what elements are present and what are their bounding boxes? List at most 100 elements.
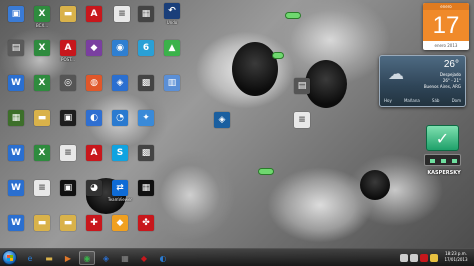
kaspersky-gadget[interactable]: ✓ KASPERSKY <box>419 123 469 183</box>
taskbar-button[interactable]: ◆ <box>136 251 152 265</box>
desktop-shortcut[interactable]: X BCX... <box>30 6 54 36</box>
taskbar-button[interactable]: ◈ <box>98 251 114 265</box>
app-icon: ▦ <box>121 253 129 263</box>
skype-icon: S <box>112 145 128 161</box>
desktop-shortcut[interactable]: ◈ <box>108 75 132 105</box>
desktop-shortcut[interactable]: ▬ <box>30 110 54 140</box>
wallpaper-eye <box>272 52 284 59</box>
network-icon[interactable] <box>400 254 408 262</box>
desktop-shortcut[interactable]: ▩ <box>134 75 158 105</box>
desktop-shortcut[interactable]: ⇄ TeamViewer <box>108 180 132 210</box>
desktop-shortcut[interactable]: ◎ <box>56 75 80 105</box>
taskbar-button[interactable]: e <box>22 251 38 265</box>
desktop-shortcut-label: Undo <box>166 20 178 25</box>
taskbar: e ▬ ▶ ◉ ◈ ▦ ◆ ◐ 18:23 p.m. 17/01/2013 <box>0 248 474 266</box>
desktop-shortcut[interactable]: ✚ <box>82 215 106 245</box>
taskbar-button[interactable]: ◐ <box>155 251 171 265</box>
folder-icon: ▬ <box>34 215 50 231</box>
desktop-shortcut[interactable]: W <box>4 145 28 175</box>
app-icon: ▩ <box>138 75 154 91</box>
weather-range: 26° - 21° <box>442 78 461 83</box>
document-icon: ≡ <box>294 112 310 128</box>
taskbar-button[interactable]: ◉ <box>79 251 95 265</box>
desktop-shortcut[interactable]: ◍ <box>82 75 106 105</box>
desktop-shortcut[interactable]: ◆ <box>108 215 132 245</box>
start-button[interactable] <box>2 250 17 265</box>
app-icon: ◔ <box>112 110 128 126</box>
desktop-shortcut[interactable]: W <box>4 180 28 210</box>
weather-gadget[interactable]: ☁ 26° Despejado 26° - 21° Buenos Aires, … <box>379 55 466 107</box>
app-icon: ◐ <box>159 253 167 263</box>
document-icon: ≡ <box>34 180 50 196</box>
document-icon: W <box>8 180 24 196</box>
app-icon: ◉ <box>112 40 128 56</box>
app-icon: ◆ <box>112 215 128 231</box>
desktop-shortcut[interactable]: X <box>30 145 54 175</box>
desktop-shortcut[interactable]: ▦ <box>4 110 28 140</box>
calendar-month: enero <box>423 3 469 10</box>
desktop-shortcut[interactable]: 6 <box>134 40 158 70</box>
app-icon: ◐ <box>86 110 102 126</box>
desktop-shortcut[interactable]: ▩ <box>134 145 158 175</box>
desktop-shortcut[interactable]: ≡ <box>290 112 314 142</box>
system-clock[interactable]: 18:23 p.m. 17/01/2013 <box>441 251 471 263</box>
desktop-shortcut[interactable]: ◆ <box>82 40 106 70</box>
desktop-shortcut[interactable]: ◈ <box>210 112 234 142</box>
app-icon: 6 <box>138 40 154 56</box>
desktop-shortcut[interactable]: ▲ <box>160 40 184 70</box>
app-icon: ▣ <box>60 110 76 126</box>
desktop-shortcut[interactable]: ▤ <box>4 40 28 70</box>
desktop-shortcut[interactable]: ≡ <box>56 145 80 175</box>
folder-icon: ▬ <box>45 253 53 263</box>
desktop-shortcut[interactable]: ▬ <box>56 6 80 36</box>
desktop-shortcut[interactable]: ◉ <box>108 40 132 70</box>
pdf-file-icon: A <box>60 40 76 56</box>
desktop-shortcut[interactable]: ▦ <box>134 6 158 36</box>
desktop-shortcut[interactable]: W <box>4 75 28 105</box>
desktop-shortcut-label: BCX... <box>35 23 49 28</box>
desktop-shortcut[interactable]: ✦ <box>134 110 158 140</box>
flag-icon[interactable] <box>430 254 438 262</box>
desktop-shortcut[interactable]: ▬ <box>30 215 54 245</box>
taskbar-button[interactable]: ▦ <box>117 251 133 265</box>
desktop-shortcut[interactable]: S <box>108 145 132 175</box>
spreadsheet-file-icon: X <box>34 75 50 91</box>
forecast-day: Dom <box>451 98 461 103</box>
desktop-shortcut[interactable]: ▤ <box>290 78 314 108</box>
desktop-shortcut[interactable]: ≡ <box>30 180 54 210</box>
desktop-shortcut[interactable]: ↶ Undo <box>160 3 184 33</box>
calendar-footer: enero 2013 <box>434 43 458 48</box>
document-icon: ≡ <box>60 145 76 161</box>
desktop-shortcut[interactable]: ▣ <box>4 6 28 36</box>
desktop-shortcut[interactable]: ▥ <box>160 75 184 105</box>
desktop-shortcut[interactable]: X <box>30 40 54 70</box>
calendar-gadget[interactable]: enero 17 enero 2013 <box>423 3 469 50</box>
kaspersky-tray-icon[interactable] <box>420 254 428 262</box>
desktop-shortcut[interactable]: ▣ <box>56 110 80 140</box>
program-icon: ▣ <box>8 6 24 22</box>
wallpaper-mouth <box>360 170 390 200</box>
desktop-shortcut-label: TeamViewer <box>107 197 133 202</box>
desktop-shortcut[interactable]: W <box>4 215 28 245</box>
volume-icon[interactable] <box>410 254 418 262</box>
spreadsheet-file-icon: X <box>34 145 50 161</box>
app-icon: ✤ <box>138 215 154 231</box>
desktop-shortcut-label: POST... <box>61 57 75 62</box>
app-icon: ◆ <box>86 40 102 56</box>
desktop-shortcut[interactable]: ≡ <box>110 6 134 36</box>
chrome-icon: ◉ <box>83 253 91 263</box>
desktop-shortcut[interactable]: A <box>82 6 106 36</box>
desktop-shortcut[interactable]: ▣ <box>56 180 80 210</box>
taskbar-button[interactable]: ▬ <box>41 251 57 265</box>
taskbar-button[interactable]: ▶ <box>60 251 76 265</box>
desktop-shortcut[interactable]: X <box>30 75 54 105</box>
desktop-shortcut[interactable]: ◔ <box>108 110 132 140</box>
desktop-shortcut[interactable]: A POST... <box>56 40 80 70</box>
desktop-shortcut[interactable]: ◐ <box>82 110 106 140</box>
desktop-shortcut[interactable]: ▬ <box>56 215 80 245</box>
desktop-shortcut[interactable]: A <box>82 145 106 175</box>
app-icon: ↶ <box>164 3 180 19</box>
desktop-shortcut[interactable]: ✤ <box>134 215 158 245</box>
desktop-shortcut[interactable]: ▦ <box>134 180 158 210</box>
desktop-shortcut[interactable]: ◕ <box>82 180 106 210</box>
